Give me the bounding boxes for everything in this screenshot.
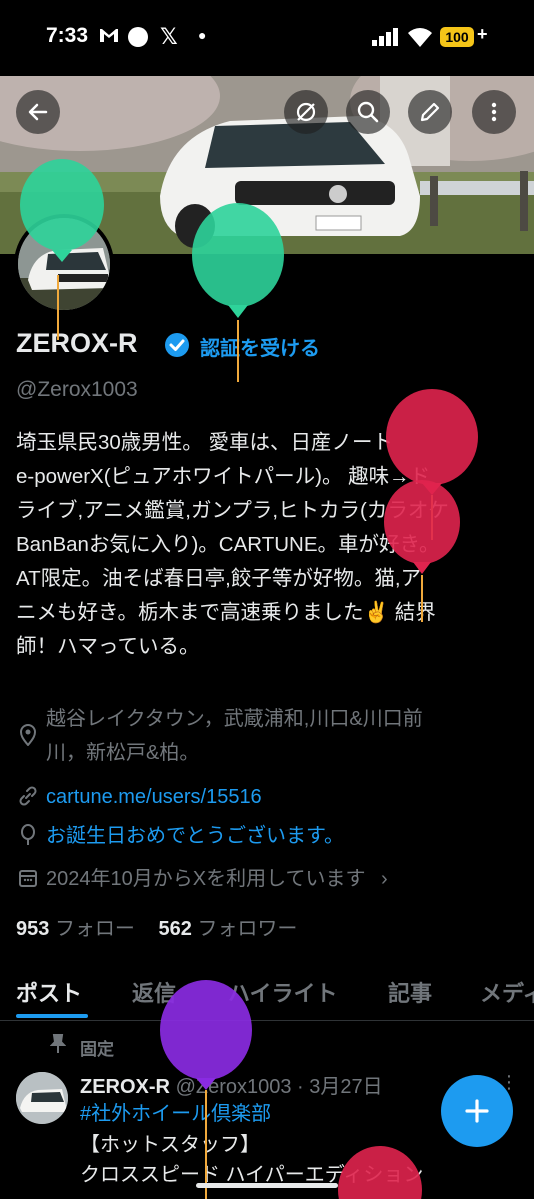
location-line: 越谷レイクタウン，武蔵浦和,川口&川口前 <box>46 708 423 730</box>
more-vertical-icon <box>491 102 497 122</box>
post-author[interactable]: ZEROX-R <box>80 1076 170 1098</box>
get-verified-link[interactable]: 認証を受ける <box>200 332 320 361</box>
more-button[interactable] <box>472 90 516 134</box>
bio-line: e-powerX(ピュアホワイトパール)。 趣味→ド <box>16 465 431 488</box>
battery-icon: 100 <box>440 27 474 47</box>
tab-articles[interactable]: 記事 <box>388 976 432 1008</box>
edit-button[interactable] <box>408 90 452 134</box>
post-text-line: 【ホットスタッフ】 <box>80 1134 260 1156</box>
bio-line: ニメも好き。栃木まで高速乗りました✌️ 結界 <box>16 601 436 624</box>
active-tab-indicator <box>16 1014 88 1018</box>
following-label: フォロー <box>54 918 135 940</box>
post-avatar-image <box>16 1072 68 1124</box>
status-dot-icon <box>128 27 148 47</box>
following-count: 953 <box>16 918 50 940</box>
post-avatar[interactable] <box>16 1072 68 1124</box>
profile-handle: @Zerox1003 <box>16 378 138 401</box>
chevron-right-icon: › <box>381 868 388 890</box>
wifi-icon <box>406 26 434 53</box>
status-time: 7:33 <box>46 24 89 47</box>
tab-replies[interactable]: 返信 <box>132 976 176 1008</box>
tab-posts[interactable]: ポスト <box>16 976 82 1008</box>
edit-pencil-icon <box>420 102 440 122</box>
profile-name: ZEROX-R <box>16 328 138 358</box>
profile-tabs: ポスト 返信 ハイライト 記事 メディ <box>0 966 534 1021</box>
bio-line: 埼玉県民30歳男性。 愛車は、日産ノート <box>16 431 393 454</box>
tab-highlights[interactable]: ハイライト <box>228 976 338 1008</box>
search-button[interactable] <box>346 90 390 134</box>
profile-location: 越谷レイクタウン，武蔵浦和,川口&川口前 川，新松戸&柏。 <box>46 702 423 770</box>
x-logo-icon: 𝕏 <box>160 24 178 49</box>
verified-badge-icon[interactable] <box>164 332 190 363</box>
bio-line: 師！ハマっている。 <box>16 635 200 658</box>
plus-icon <box>465 1099 489 1123</box>
calendar-icon <box>18 868 38 893</box>
following-link[interactable]: 953 フォロー <box>16 918 135 940</box>
compose-post-button[interactable] <box>441 1075 513 1147</box>
bio-line: AT限定。油そば春日亭,餃子等が好物。猫,ア <box>16 567 422 590</box>
home-indicator[interactable] <box>196 1183 338 1188</box>
post-hashtag[interactable]: #社外ホイール倶楽部 <box>80 1097 271 1126</box>
pinned-label: 固定 <box>80 1040 114 1059</box>
location-line: 川，新松戸&柏。 <box>46 742 200 764</box>
link-icon <box>18 786 38 811</box>
followers-link[interactable]: 562 フォロワー <box>159 918 298 940</box>
post-header: ZEROX-R @Zerox1003 · 3月27日 <box>80 1070 383 1099</box>
avatar-car-image <box>18 218 110 310</box>
bio-line: BanBanお気に入り)。CARTUNE。車が好き。 <box>16 533 440 556</box>
location-pin-icon <box>18 724 38 751</box>
post-handle-date: @Zerox1003 · 3月27日 <box>175 1076 383 1098</box>
back-button[interactable] <box>16 90 60 134</box>
status-bar: 7:33 𝕏 ● 100 + <box>0 0 534 76</box>
signal-icon <box>372 28 400 51</box>
search-icon <box>357 101 379 123</box>
birthday-balloon-icon <box>18 824 38 851</box>
gmail-icon <box>98 26 120 50</box>
join-date-text: 2024年10月からXを利用しています <box>46 868 366 890</box>
back-arrow-icon <box>28 103 48 121</box>
battery-plus: + <box>477 24 488 44</box>
followers-count: 562 <box>158 918 192 940</box>
notification-dot-icon: ● <box>198 27 207 43</box>
profile-avatar[interactable] <box>14 214 114 314</box>
profile-website-link[interactable]: cartune.me/users/15516 <box>46 780 262 814</box>
pin-icon <box>49 1034 67 1059</box>
bio-line: ライブ,アニメ鑑賞,ガンプラ,ヒトカラ(カラオケ <box>16 499 449 522</box>
profile-bio: 埼玉県民30歳男性。 愛車は、日産ノート e-powerX(ピュアホワイトパール… <box>16 426 521 664</box>
tab-media[interactable]: メディ <box>480 976 534 1008</box>
follow-counts: 953 フォロー 562 フォロワー <box>16 912 297 941</box>
no-notification-icon <box>296 102 316 122</box>
followers-label: フォロワー <box>197 918 298 940</box>
birthday-message: お誕生日おめでとうございます。 <box>46 825 344 847</box>
notifications-button[interactable] <box>284 90 328 134</box>
join-date[interactable]: 2024年10月からXを利用しています › <box>46 862 388 896</box>
